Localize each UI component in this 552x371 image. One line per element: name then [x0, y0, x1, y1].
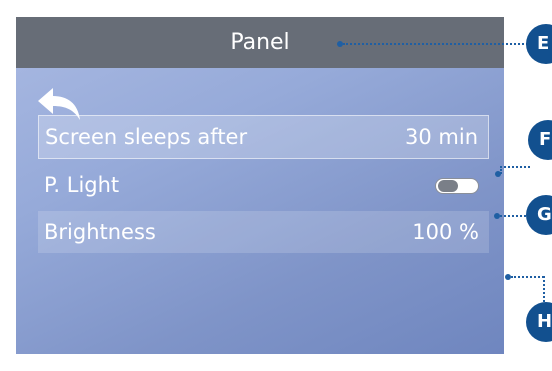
device-screen: Panel Screen sleeps after 30 min P. Ligh…: [16, 17, 504, 354]
setting-row-screen-sleep[interactable]: Screen sleeps after 30 min: [38, 115, 489, 159]
setting-value-brightness: 100 %: [412, 220, 479, 244]
setting-value-screen-sleep: 30 min: [405, 125, 478, 149]
setting-label-screen-sleep: Screen sleeps after: [45, 125, 248, 149]
toggle-knob: [438, 180, 458, 192]
callout-vline-f: [500, 166, 502, 174]
p-light-toggle[interactable]: [435, 178, 479, 194]
callout-vline-h: [543, 276, 545, 302]
callout-line-f: [500, 166, 530, 168]
callout-line-e: [343, 43, 528, 45]
callout-badge-h: H: [526, 302, 552, 342]
setting-row-p-light: P. Light: [38, 164, 489, 206]
setting-label-brightness: Brightness: [44, 220, 156, 244]
setting-row-brightness[interactable]: Brightness 100 %: [38, 211, 489, 253]
callout-badge-e: E: [526, 24, 552, 64]
callout-badge-g: G: [526, 195, 552, 235]
callout-line-h: [511, 276, 544, 278]
setting-label-p-light: P. Light: [44, 173, 120, 197]
callout-badge-f: F: [528, 120, 552, 160]
